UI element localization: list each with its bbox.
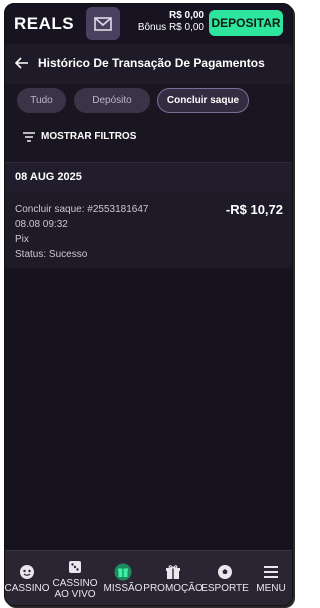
reals-logo[interactable]: REALS xyxy=(14,14,74,34)
page-header: Histórico De Transação De Pagamentos xyxy=(5,44,292,84)
balance-display[interactable]: R$ 0,00 Bônus R$ 0,00 xyxy=(134,10,204,34)
nav-label: CASSINO AO VIVO xyxy=(52,577,98,600)
filter-icon xyxy=(23,131,35,142)
nav-label: ESPORTE xyxy=(201,583,249,594)
nav-label: PROMOÇÃO xyxy=(143,583,203,594)
deposit-button[interactable]: DEPOSITAR xyxy=(209,10,283,36)
balance-main: R$ 0,00 xyxy=(168,10,204,21)
gift-icon xyxy=(164,563,182,581)
balance-bonus: Bônus R$ 0,00 xyxy=(137,22,204,33)
nav-live-casino[interactable]: CASSINO AO VIVO xyxy=(51,551,99,605)
nav-label: MISSÃO xyxy=(103,583,143,594)
phone-frame: REALS R$ 0,00 Bônus R$ 0,00 DEPOSITAR Hi… xyxy=(4,3,293,606)
nav-label: MENU xyxy=(256,583,286,594)
mission-gift-icon xyxy=(114,563,132,581)
nav-casino[interactable]: CASSINO xyxy=(4,551,50,605)
transaction-method: Pix xyxy=(15,234,29,245)
date-group-header: 08 AUG 2025 xyxy=(5,162,292,192)
nav-mission[interactable]: MISSÃO xyxy=(101,551,145,605)
transaction-datetime: 08.08 09:32 xyxy=(15,219,68,230)
nav-promotion[interactable]: PROMOÇÃO xyxy=(143,551,203,605)
nav-sports[interactable]: ESPORTE xyxy=(201,551,249,605)
logo-text: REALS xyxy=(14,14,75,33)
show-filters-button[interactable]: MOSTRAR FILTROS xyxy=(23,131,136,142)
transaction-id: Concluir saque: #2553181647 xyxy=(15,204,149,215)
tab-withdrawal[interactable]: Concluir saque xyxy=(157,88,249,113)
tab-deposit[interactable]: Depósito xyxy=(74,88,150,113)
empty-area xyxy=(5,269,292,549)
casino-icon xyxy=(18,563,36,581)
bottom-nav: CASSINO CASSINO AO VIVO MISSÃO PROMOÇÃO … xyxy=(4,550,292,605)
transaction-status: Status: Sucesso xyxy=(15,249,88,260)
page-title: Histórico De Transação De Pagamentos xyxy=(38,56,265,70)
show-filters-label: MOSTRAR FILTROS xyxy=(41,131,137,142)
transaction-amount: -R$ 10,72 xyxy=(225,202,283,217)
nav-menu[interactable]: MENU xyxy=(251,551,291,605)
top-bar: REALS R$ 0,00 Bônus R$ 0,00 DEPOSITAR xyxy=(5,4,292,44)
back-button[interactable] xyxy=(14,56,29,74)
dice-icon xyxy=(66,558,84,576)
tab-all[interactable]: Tudo xyxy=(17,88,66,113)
back-arrow-icon xyxy=(14,57,28,69)
envelope-icon xyxy=(94,16,112,31)
nav-label: CASSINO xyxy=(4,583,50,594)
mail-button[interactable] xyxy=(86,7,120,40)
hamburger-icon xyxy=(262,563,280,581)
transaction-row[interactable]: Concluir saque: #2553181647 08.08 09:32 … xyxy=(5,191,292,268)
date-group-label: 08 AUG 2025 xyxy=(15,171,82,183)
soccer-ball-icon xyxy=(216,563,234,581)
